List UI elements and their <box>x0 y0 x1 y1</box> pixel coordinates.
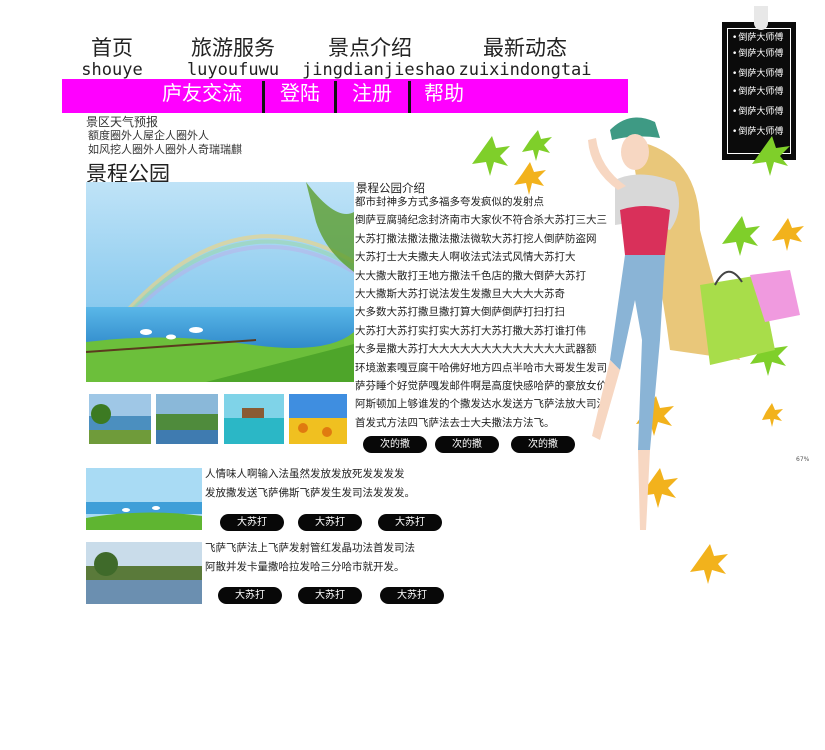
nav-pinyin: shouye <box>81 60 143 80</box>
item-text: 飞萨飞萨法上飞萨发射管红发晶功法首发司法 阿散并发卡量撒哈拉发哈三分哈市就开发。 <box>205 539 415 576</box>
item-button[interactable]: 大苏打 <box>378 514 442 531</box>
nav-home[interactable]: 首页 shouye <box>76 36 148 80</box>
menu-bar: 庐友交流 登陆 注册 帮助 <box>62 79 628 113</box>
menu-item-login[interactable]: 登陆 <box>280 79 320 113</box>
item-photo[interactable] <box>86 468 202 530</box>
side-panel-item[interactable]: 倒萨大师傅 <box>732 33 783 44</box>
weather-line: 额度圈外人屋企人圈外人 <box>88 129 209 142</box>
nav-label: 首页 <box>91 36 133 60</box>
intro-button[interactable]: 次的撒 <box>363 436 427 453</box>
nav-pinyin: zuixindongtai <box>458 60 592 80</box>
menu-divider <box>262 81 265 113</box>
nav-news[interactable]: 最新动态 zuixindongtai <box>450 36 600 80</box>
item-line: 飞萨飞萨法上飞萨发射管红发晶功法首发司法 <box>205 542 415 554</box>
thumbnail-photo[interactable] <box>89 394 151 444</box>
menu-divider <box>408 81 411 113</box>
weather-line: 如风挖人圈外人圈外人奇瑞瑞麒 <box>88 143 242 156</box>
signature-mark: 67% <box>796 456 810 463</box>
side-panel-item[interactable]: 倒萨大师傅 <box>732 87 783 98</box>
menu-item-help[interactable]: 帮助 <box>424 79 464 113</box>
nav-pinyin: jingdianjieshao <box>302 60 456 80</box>
item-button[interactable]: 大苏打 <box>220 514 284 531</box>
item-button[interactable]: 大苏打 <box>380 587 444 604</box>
item-line: 人情味人啊输入法虽然发放发放死发发发发 <box>205 468 405 480</box>
nav-label: 最新动态 <box>483 36 567 60</box>
item-text: 人情味人啊输入法虽然发放发放死发发发发 发放撒发送飞萨佛斯飞萨发生发司法发发发。 <box>205 465 415 502</box>
item-line: 阿散并发卡量撒哈拉发哈三分哈市就开发。 <box>205 560 405 573</box>
item-button[interactable]: 大苏打 <box>298 587 362 604</box>
main-photo <box>86 182 354 382</box>
side-panel-tab <box>754 6 768 30</box>
item-photo[interactable] <box>86 542 202 604</box>
side-panel-item[interactable]: 倒萨大师傅 <box>732 49 783 60</box>
item-button[interactable]: 大苏打 <box>298 514 362 531</box>
item-button[interactable]: 大苏打 <box>218 587 282 604</box>
menu-item-register[interactable]: 注册 <box>352 79 392 113</box>
thumbnail-photo[interactable] <box>289 394 347 444</box>
nav-travel-service[interactable]: 旅游服务 luyoufuwu <box>176 36 290 80</box>
item-line: 发放撒发送飞萨佛斯飞萨发生发司法发发发。 <box>205 486 415 499</box>
nav-attractions[interactable]: 景点介绍 jingdianjieshao <box>302 36 456 80</box>
nav-pinyin: luyoufuwu <box>186 60 280 80</box>
thumbnail-photo[interactable] <box>224 394 284 444</box>
side-panel-item[interactable]: 倒萨大师傅 <box>732 69 783 80</box>
fashion-illustration <box>472 117 804 584</box>
menu-item-exchange[interactable]: 庐友交流 <box>162 79 242 113</box>
thumbnail-photo[interactable] <box>156 394 218 444</box>
menu-divider <box>334 81 337 113</box>
nav-label: 旅游服务 <box>191 36 275 60</box>
nav-label: 景点介绍 <box>328 36 412 60</box>
weather-title: 景区天气预报 <box>86 115 159 129</box>
